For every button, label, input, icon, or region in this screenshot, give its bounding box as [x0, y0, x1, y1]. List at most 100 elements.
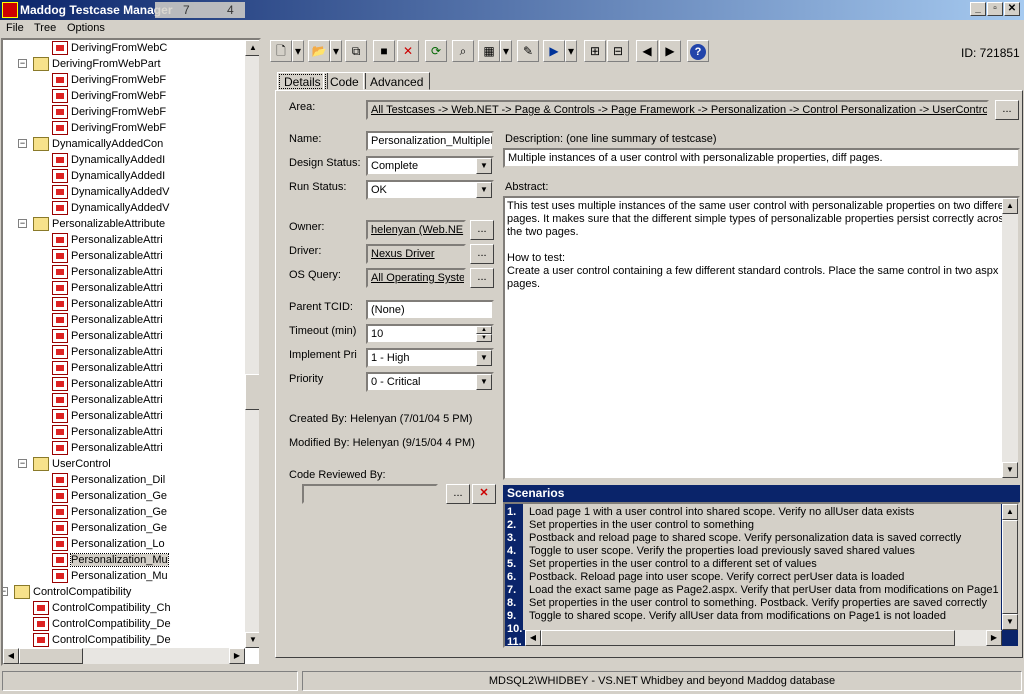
- tree-item[interactable]: PersonalizableAttri: [3, 360, 245, 376]
- scroll-left-icon[interactable]: ◀: [3, 648, 19, 664]
- menu-options[interactable]: Options: [67, 22, 105, 34]
- scenarios-hscrollbar[interactable]: ◀ ▶: [525, 630, 1002, 646]
- tree-item[interactable]: Personalization_Lo: [3, 536, 245, 552]
- tree-item[interactable]: Personalization_Ge: [3, 520, 245, 536]
- name-input[interactable]: Personalization_MultipleIn: [366, 131, 494, 151]
- tree-item[interactable]: PersonalizableAttri: [3, 280, 245, 296]
- maximize-button[interactable]: ▫: [987, 2, 1003, 16]
- edit-icon[interactable]: ✎: [517, 40, 539, 62]
- open-folder-icon[interactable]: 📂: [308, 40, 330, 62]
- tree-item[interactable]: Personalization_Mu: [3, 552, 245, 568]
- scenario-row[interactable]: 6. Postback. Reload page into user scope.…: [507, 571, 1001, 584]
- tree-item[interactable]: PersonalizableAttri: [3, 424, 245, 440]
- chevron-down-icon[interactable]: ▼: [476, 158, 492, 174]
- testcase-tree[interactable]: DerivingFromWebC − DerivingFromWebPart Deri…: [1, 38, 261, 666]
- tree-item[interactable]: PersonalizableAttri: [3, 328, 245, 344]
- implement-pri-select[interactable]: 1 - High ▼: [366, 348, 494, 368]
- timeout-stepper[interactable]: 10 ▲ ▼: [366, 324, 494, 344]
- tree-folder[interactable]: − UserControl: [3, 456, 245, 472]
- chevron-down-icon[interactable]: ▼: [476, 374, 492, 390]
- tree-folder[interactable]: − DynamicallyAddedCon: [3, 136, 245, 152]
- tree-horizontal-scrollbar[interactable]: ◀ ▶: [3, 648, 245, 664]
- scenario-row[interactable]: 1. Load page 1 with a user control into s…: [507, 506, 1001, 519]
- tree-item[interactable]: DynamicallyAddedI: [3, 152, 245, 168]
- tree-item[interactable]: DynamicallyAddedI: [3, 168, 245, 184]
- new-testcase-icon[interactable]: 🗋: [270, 40, 292, 62]
- owner-browse-button[interactable]: ...: [470, 220, 494, 240]
- tree-item[interactable]: DerivingFromWebC: [3, 40, 245, 56]
- scenario-row[interactable]: 4. Toggle to user scope. Verify the prope…: [507, 545, 1001, 558]
- scroll-down-icon[interactable]: ▼: [1002, 614, 1018, 630]
- scenario-row[interactable]: 2. Set properties in the user control to …: [507, 519, 1001, 532]
- tree-item[interactable]: PersonalizableAttri: [3, 376, 245, 392]
- scenarios-hscroll-thumb[interactable]: [541, 630, 955, 646]
- tree-hscroll-thumb[interactable]: [19, 648, 83, 664]
- scroll-up-icon[interactable]: ▲: [1002, 198, 1018, 214]
- tree-item[interactable]: DerivingFromWebF: [3, 104, 245, 120]
- tree-item[interactable]: ControlCompatibility_De: [3, 632, 245, 648]
- tree-item[interactable]: PersonalizableAttri: [3, 408, 245, 424]
- code-reviewed-field[interactable]: [302, 484, 438, 504]
- tree-item[interactable]: PersonalizableAttri: [3, 312, 245, 328]
- tree-item[interactable]: PersonalizableAttri: [3, 264, 245, 280]
- area-field[interactable]: All Testcases -> Web.NET -> Page & Contr…: [366, 100, 989, 120]
- tree-item[interactable]: ControlCompatibility_De: [3, 616, 245, 632]
- new-dropdown-icon[interactable]: ▾: [292, 40, 304, 62]
- reviewer-browse-button[interactable]: ...: [446, 484, 470, 504]
- abstract-textarea[interactable]: This test uses multiple instances of the…: [503, 196, 1020, 480]
- delete-icon[interactable]: ✕: [397, 40, 419, 62]
- tree-item[interactable]: PersonalizableAttri: [3, 392, 245, 408]
- open-dropdown-icon[interactable]: ▾: [330, 40, 342, 62]
- tree-item[interactable]: Personalization_Ge: [3, 504, 245, 520]
- tree-item[interactable]: DerivingFromWebF: [3, 88, 245, 104]
- find-icon[interactable]: ⌕: [452, 40, 474, 62]
- chevron-down-icon[interactable]: ▼: [476, 182, 492, 198]
- scenario-row[interactable]: 8. Set properties in the user control to …: [507, 597, 1001, 610]
- clear-reviewer-icon[interactable]: ✕: [472, 484, 496, 504]
- parent-tcid-input[interactable]: (None): [366, 300, 494, 320]
- tree-item[interactable]: ControlCompatibility_Ch: [3, 600, 245, 616]
- tree-item[interactable]: PersonalizableAttri: [3, 296, 245, 312]
- stepper-up-icon[interactable]: ▲: [476, 326, 492, 334]
- tree-item[interactable]: DynamicallyAddedV: [3, 200, 245, 216]
- collapse-toggle-icon[interactable]: −: [3, 587, 8, 596]
- help-icon[interactable]: ?: [687, 40, 709, 62]
- scroll-down-icon[interactable]: ▼: [1002, 462, 1018, 478]
- collapse-toggle-icon[interactable]: −: [18, 219, 27, 228]
- scenario-row[interactable]: 5. Set properties in the user control to …: [507, 558, 1001, 571]
- tree-item[interactable]: DerivingFromWebF: [3, 120, 245, 136]
- driver-browse-button[interactable]: ...: [470, 244, 494, 264]
- filter-icon[interactable]: ▦: [478, 40, 500, 62]
- minimize-button[interactable]: _: [970, 2, 986, 16]
- scenarios-vscrollbar[interactable]: ▲ ▼: [1002, 504, 1018, 630]
- tree-folder[interactable]: − DerivingFromWebPart: [3, 56, 245, 72]
- owner-field[interactable]: helenyan (Web.NE: [366, 220, 466, 240]
- refresh-icon[interactable]: ⟳: [425, 40, 447, 62]
- tree-scroll-thumb[interactable]: [245, 374, 259, 410]
- scroll-down-icon[interactable]: ▼: [245, 632, 259, 648]
- tree-item[interactable]: DynamicallyAddedV: [3, 184, 245, 200]
- tree-item[interactable]: Personalization_Mu: [3, 568, 245, 584]
- os-query-field[interactable]: All Operating Syste: [366, 268, 466, 288]
- back-arrow-icon[interactable]: ◀: [636, 40, 658, 62]
- collapse-toggle-icon[interactable]: −: [18, 59, 27, 68]
- forward-arrow-icon[interactable]: ▶: [659, 40, 681, 62]
- stepper-down-icon[interactable]: ▼: [476, 334, 492, 342]
- menu-file[interactable]: File: [6, 22, 24, 34]
- scenario-row[interactable]: 7. Load the exact same page as Page2.aspx…: [507, 584, 1001, 597]
- priority-select[interactable]: 0 - Critical ▼: [366, 372, 494, 392]
- filter-dropdown-icon[interactable]: ▾: [500, 40, 512, 62]
- tab-advanced[interactable]: Advanced: [363, 72, 431, 90]
- collapse-toggle-icon[interactable]: −: [18, 139, 27, 148]
- tree-item[interactable]: PersonalizableAttri: [3, 440, 245, 456]
- scroll-up-icon[interactable]: ▲: [245, 40, 259, 56]
- save-icon[interactable]: ■: [373, 40, 395, 62]
- scenario-row[interactable]: 3. Postback and reload page to shared sco…: [507, 532, 1001, 545]
- tree-folder[interactable]: − PersonalizableAttribute: [3, 216, 245, 232]
- run-dropdown-icon[interactable]: ▾: [565, 40, 577, 62]
- menu-tree[interactable]: Tree: [34, 22, 56, 34]
- tree-item[interactable]: Personalization_Dil: [3, 472, 245, 488]
- abstract-scrollbar[interactable]: ▲ ▼: [1002, 198, 1018, 478]
- scroll-left-icon[interactable]: ◀: [525, 630, 541, 646]
- tree-folder[interactable]: − ControlCompatibility: [3, 584, 245, 600]
